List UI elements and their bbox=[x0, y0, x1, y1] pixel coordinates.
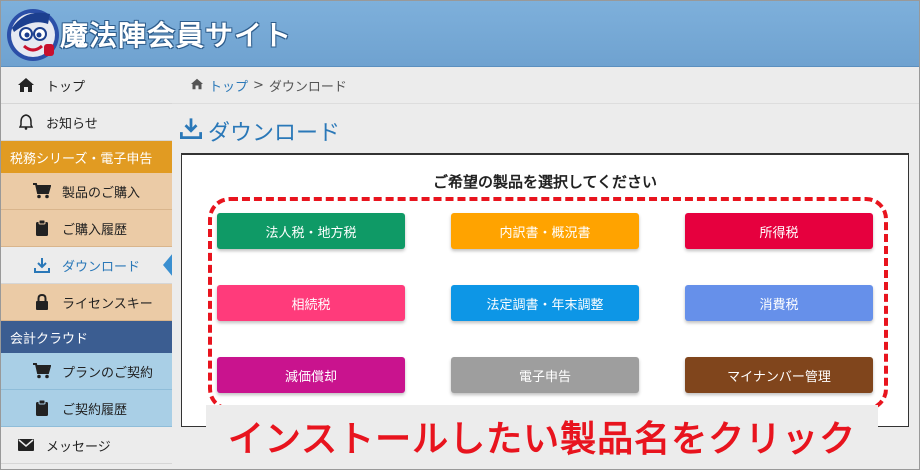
product-select-panel: ご希望の製品を選択してください 法人税・地方税 内訳書・概況書 所得税 相続税 … bbox=[181, 153, 909, 427]
sidebar-item-purchase-history[interactable]: ご購入履歴 bbox=[0, 210, 172, 247]
home-icon bbox=[190, 78, 204, 94]
sidebar-heading-cloud: 会計クラウド bbox=[0, 321, 172, 353]
panel-title: ご希望の製品を選択してください bbox=[432, 173, 658, 191]
sidebar-item-label: ダウンロード bbox=[62, 259, 141, 275]
product-button-depreciation[interactable]: 減価償却 bbox=[217, 357, 405, 393]
sidebar-item-label: ご購入履歴 bbox=[62, 222, 128, 238]
sidebar-item-download[interactable]: ダウンロード bbox=[0, 247, 173, 284]
breadcrumb-current: ダウンロード bbox=[268, 80, 347, 95]
product-button-consumption-tax[interactable]: 消費税 bbox=[685, 285, 873, 321]
breadcrumb-home-link[interactable]: トップ bbox=[209, 76, 248, 95]
sidebar-item-purchase[interactable]: 製品のご購入 bbox=[0, 173, 172, 210]
envelope-icon bbox=[16, 436, 36, 454]
product-button-my-number[interactable]: マイナンバー管理 bbox=[685, 357, 873, 393]
clipboard-icon bbox=[32, 219, 52, 237]
home-icon bbox=[16, 76, 36, 94]
sidebar-item-license-key[interactable]: ライセンスキー bbox=[0, 284, 172, 321]
mascot-logo-icon[interactable] bbox=[4, 4, 62, 62]
product-button-income-tax[interactable]: 所得税 bbox=[685, 213, 873, 249]
product-button-statutory-report[interactable]: 法定調書・年末調整 bbox=[451, 285, 639, 321]
product-button-corporate-tax[interactable]: 法人税・地方税 bbox=[217, 213, 405, 249]
download-icon bbox=[32, 256, 52, 274]
product-button-breakdown[interactable]: 内訳書・概況書 bbox=[451, 213, 639, 249]
instruction-caption: インストールしたい製品名をクリック bbox=[227, 419, 857, 460]
download-icon bbox=[180, 117, 202, 145]
sidebar-item-label: お知らせ bbox=[46, 116, 98, 132]
sidebar-item-label: ご契約履歴 bbox=[62, 402, 128, 418]
page-title-text: ダウンロード bbox=[208, 121, 341, 146]
breadcrumb-separator: > bbox=[253, 78, 264, 93]
product-button-inheritance-tax[interactable]: 相続税 bbox=[217, 285, 405, 321]
sidebar-item-label: プランのご契約 bbox=[62, 365, 154, 381]
sidebar-item-top[interactable]: トップ bbox=[0, 67, 172, 104]
sidebar-heading-tax: 税務シリーズ・電子申告 bbox=[0, 141, 172, 173]
sidebar: トップ お知らせ 税務シリーズ・電子申告 製品のご購入 ご購入履歴 ダウンロード… bbox=[0, 67, 173, 470]
lock-icon bbox=[32, 293, 52, 311]
sidebar-item-label: トップ bbox=[46, 79, 86, 95]
breadcrumb: トップ > ダウンロード bbox=[190, 76, 347, 95]
site-title[interactable]: 魔法陣会員サイト bbox=[60, 14, 292, 54]
sidebar-item-label: ライセンスキー bbox=[62, 296, 153, 312]
sidebar-item-message[interactable]: メッセージ bbox=[0, 427, 172, 464]
cart-icon bbox=[32, 362, 52, 380]
bell-icon bbox=[16, 113, 36, 131]
page-title: ダウンロード bbox=[180, 115, 340, 147]
sidebar-item-contract-history[interactable]: ご契約履歴 bbox=[0, 390, 172, 427]
sidebar-item-label: メッセージ bbox=[46, 439, 111, 455]
breadcrumb-divider bbox=[172, 103, 920, 104]
product-button-e-filing[interactable]: 電子申告 bbox=[451, 357, 639, 393]
sidebar-item-news[interactable]: お知らせ bbox=[0, 104, 172, 141]
cart-icon bbox=[32, 182, 52, 200]
site-header: 魔法陣会員サイト bbox=[0, 0, 920, 67]
clipboard-icon bbox=[32, 399, 52, 417]
sidebar-item-label: 製品のご購入 bbox=[62, 185, 141, 201]
sidebar-item-plan-contract[interactable]: プランのご契約 bbox=[0, 353, 172, 390]
